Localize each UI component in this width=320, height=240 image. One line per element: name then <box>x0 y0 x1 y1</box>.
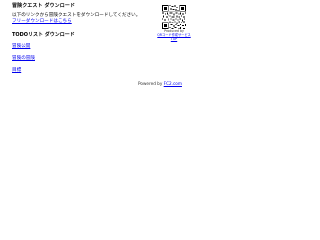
footer-link[interactable]: FC2.com <box>164 81 182 86</box>
nav-link-publish[interactable]: 冒険公開 <box>12 43 30 49</box>
qr-caption: Produced by QRコード作成サービス TOP <box>157 29 191 42</box>
section-title: TODOリスト ダウンロード <box>12 32 75 38</box>
footer: Powered by FC2.com <box>0 81 320 86</box>
nav-link-adventure[interactable]: 冒険の冒険 <box>12 55 35 61</box>
nav-link-goal[interactable]: 目標 <box>12 67 21 73</box>
free-download-link[interactable]: フリーダウンロードはこちら <box>12 19 72 24</box>
footer-prefix: Powered by <box>138 81 163 86</box>
qr-top-link[interactable]: TOP <box>157 37 191 42</box>
qr-code-image <box>162 5 186 29</box>
description: 以下のリンクから冒険クエストをダウンロードしてください。 フリーダウンロードはこ… <box>12 13 140 25</box>
qr-code <box>162 5 186 29</box>
page-title: 冒険クエスト ダウンロード <box>12 3 76 9</box>
